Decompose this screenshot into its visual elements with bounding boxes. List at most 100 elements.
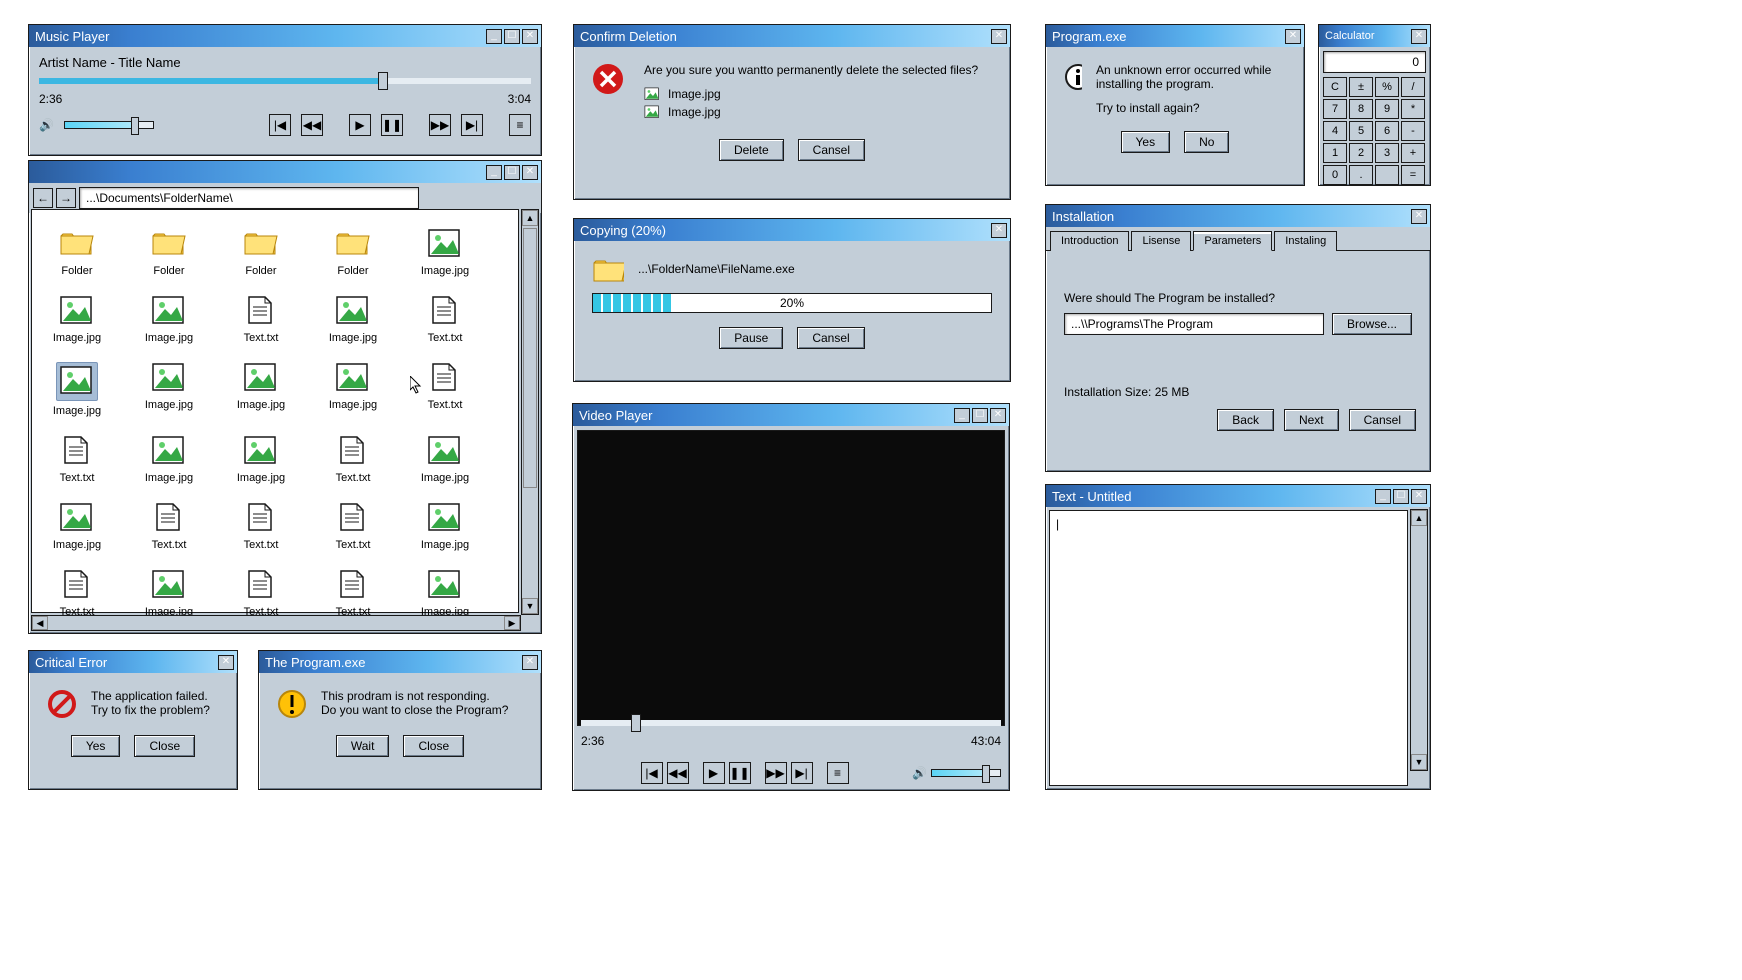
forward-button[interactable]: ▶▶	[765, 762, 787, 784]
delete-button[interactable]: Delete	[719, 139, 784, 161]
rewind-button[interactable]: ◀◀	[301, 114, 323, 136]
close-button[interactable]: ✕	[1285, 29, 1301, 44]
close-button[interactable]: Close	[134, 735, 195, 757]
close-button[interactable]: ✕	[522, 29, 538, 44]
prev-track-button[interactable]: |◀	[641, 762, 663, 784]
pause-button[interactable]: Pause	[719, 327, 783, 349]
video-player-titlebar[interactable]: Video Player _ ☐ ✕	[573, 404, 1009, 426]
calc-key-4[interactable]: 4	[1323, 121, 1347, 141]
file-item[interactable]: Image.jpg	[322, 295, 384, 344]
copying-titlebar[interactable]: Copying (20%) ✕	[574, 219, 1010, 241]
calc-key-3[interactable]: 3	[1375, 143, 1399, 163]
file-item[interactable]: Image.jpg	[138, 569, 200, 618]
file-item[interactable]: Text.txt	[322, 435, 384, 484]
video-seek-slider[interactable]	[581, 720, 1001, 726]
close-button[interactable]: ✕	[522, 655, 538, 670]
file-item[interactable]: Image.jpg	[230, 435, 292, 484]
next-track-button[interactable]: ▶|	[791, 762, 813, 784]
file-item[interactable]: Image.jpg	[230, 362, 292, 417]
maximize-button[interactable]: ☐	[504, 29, 520, 44]
next-track-button[interactable]: ▶|	[461, 114, 483, 136]
tab-introduction[interactable]: Introduction	[1050, 231, 1129, 251]
tab-instaling[interactable]: Instaling	[1274, 231, 1337, 251]
prev-track-button[interactable]: |◀	[269, 114, 291, 136]
file-item[interactable]: Folder	[230, 228, 292, 277]
file-item[interactable]: Folder	[46, 228, 108, 277]
tab-lisense[interactable]: Lisense	[1131, 231, 1191, 251]
calc-key-%[interactable]: %	[1375, 77, 1399, 97]
cancel-button[interactable]: Cansel	[798, 139, 865, 161]
playlist-button[interactable]: ≡	[509, 114, 531, 136]
calculator-titlebar[interactable]: Calculator ✕	[1319, 25, 1430, 47]
file-item[interactable]: Text.txt	[230, 295, 292, 344]
file-item[interactable]: Image.jpg	[46, 295, 108, 344]
file-item[interactable]: Text.txt	[414, 295, 476, 344]
calc-key-+[interactable]: +	[1401, 143, 1425, 163]
wait-button[interactable]: Wait	[336, 735, 390, 757]
scroll-thumb[interactable]	[523, 228, 537, 488]
calc-key-6[interactable]: 6	[1375, 121, 1399, 141]
install-path-input[interactable]	[1064, 313, 1324, 335]
close-button[interactable]: Close	[403, 735, 464, 757]
calc-key-=[interactable]: =	[1401, 165, 1425, 185]
calc-key--[interactable]: -	[1401, 121, 1425, 141]
scroll-up-icon[interactable]: ▲	[1411, 510, 1427, 526]
horizontal-scrollbar[interactable]: ◀ ▶	[31, 615, 521, 631]
address-bar[interactable]	[79, 187, 419, 209]
file-grid[interactable]: Folder Folder Folder Folder Image.jpg Image.j…	[32, 210, 518, 636]
file-item[interactable]: Image.jpg	[138, 362, 200, 417]
calc-key-2[interactable]: 2	[1349, 143, 1373, 163]
file-item[interactable]: Text.txt	[46, 435, 108, 484]
calc-key-*[interactable]: *	[1401, 99, 1425, 119]
file-item[interactable]: Image.jpg	[46, 502, 108, 551]
file-item[interactable]: Image.jpg	[322, 362, 384, 417]
close-button[interactable]: ✕	[1411, 209, 1427, 224]
close-button[interactable]: ✕	[991, 29, 1007, 44]
cancel-button[interactable]: Cansel	[1349, 409, 1416, 431]
video-canvas[interactable]	[577, 430, 1005, 726]
scroll-down-icon[interactable]: ▼	[1411, 754, 1427, 770]
vertical-scrollbar[interactable]: ▲ ▼	[521, 209, 539, 615]
file-item[interactable]: Folder	[322, 228, 384, 277]
calc-key-1[interactable]: 1	[1323, 143, 1347, 163]
scroll-left-icon[interactable]: ◀	[32, 616, 48, 630]
calc-key-±[interactable]: ±	[1349, 77, 1373, 97]
minimize-button[interactable]: _	[954, 408, 970, 423]
text-area[interactable]: |	[1049, 510, 1408, 786]
yes-button[interactable]: Yes	[1121, 131, 1171, 153]
back-button[interactable]: ←	[33, 188, 53, 208]
file-item[interactable]: Text.txt	[230, 502, 292, 551]
maximize-button[interactable]: ☐	[504, 165, 520, 180]
music-player-titlebar[interactable]: Music Player _ ☐ ✕	[29, 25, 541, 47]
maximize-button[interactable]: ☐	[972, 408, 988, 423]
file-item[interactable]: Folder	[138, 228, 200, 277]
file-item[interactable]: Text.txt	[322, 502, 384, 551]
not-responding-titlebar[interactable]: The Program.exe ✕	[259, 651, 541, 673]
file-item[interactable]: Image.jpg	[138, 295, 200, 344]
notepad-titlebar[interactable]: Text - Untitled _ ☐ ✕	[1046, 485, 1430, 507]
file-item[interactable]: Text.txt	[46, 569, 108, 618]
minimize-button[interactable]: _	[486, 29, 502, 44]
maximize-button[interactable]: ☐	[1393, 489, 1409, 504]
critical-error-titlebar[interactable]: Critical Error ✕	[29, 651, 237, 673]
close-button[interactable]: ✕	[1411, 29, 1427, 44]
forward-button[interactable]: ▶▶	[429, 114, 451, 136]
forward-button[interactable]: →	[56, 188, 76, 208]
file-item[interactable]: Text.txt	[230, 569, 292, 618]
confirm-deletion-titlebar[interactable]: Confirm Deletion ✕	[574, 25, 1010, 47]
close-button[interactable]: ✕	[522, 165, 538, 180]
cancel-button[interactable]: Cansel	[797, 327, 864, 349]
installation-titlebar[interactable]: Installation ✕	[1046, 205, 1430, 227]
minimize-button[interactable]: _	[486, 165, 502, 180]
program-error-titlebar[interactable]: Program.exe ✕	[1046, 25, 1304, 47]
file-item[interactable]: Image.jpg	[414, 228, 476, 277]
play-button[interactable]: ▶	[349, 114, 371, 136]
scroll-right-icon[interactable]: ▶	[504, 616, 520, 630]
file-item[interactable]: Image.jpg	[414, 435, 476, 484]
calc-key-7[interactable]: 7	[1323, 99, 1347, 119]
calc-key-8[interactable]: 8	[1349, 99, 1373, 119]
scroll-up-icon[interactable]: ▲	[522, 210, 538, 226]
file-item[interactable]: Text.txt	[322, 569, 384, 618]
no-button[interactable]: No	[1184, 131, 1229, 153]
volume-slider[interactable]	[931, 769, 1001, 777]
